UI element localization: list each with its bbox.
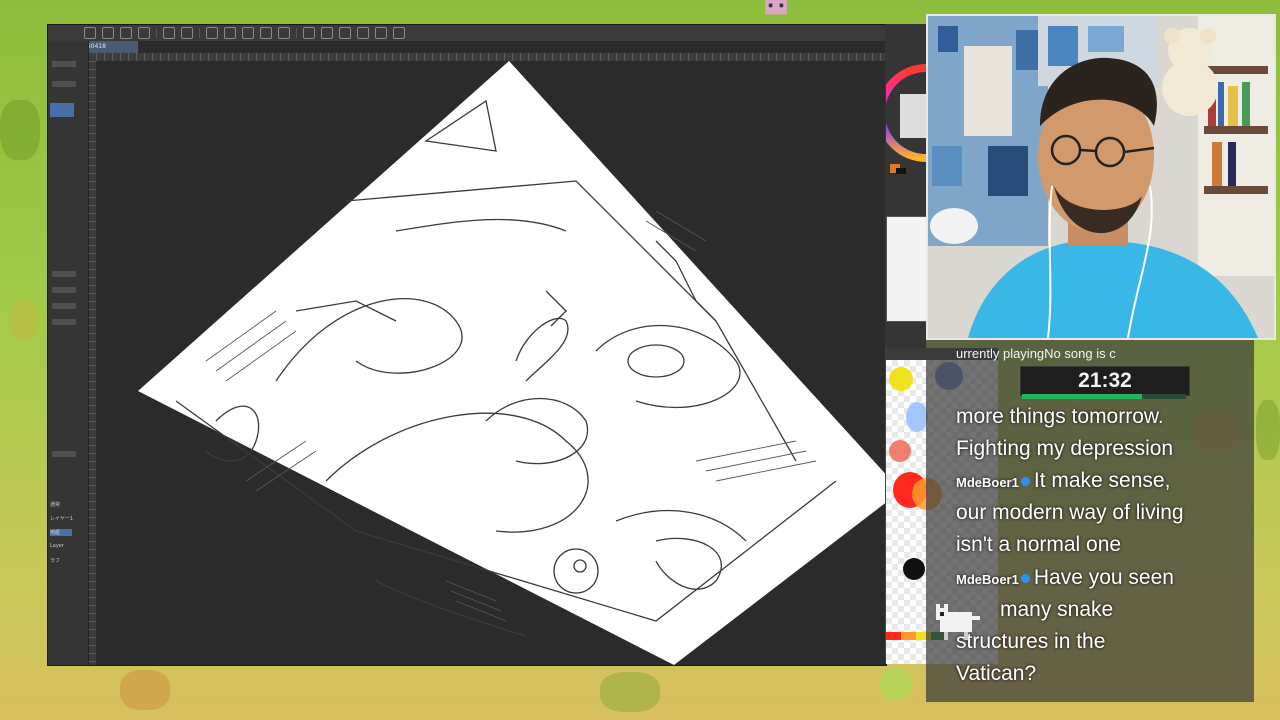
layer-label[interactable]: 用紙	[50, 529, 72, 536]
chat-message-text: our modern way of living	[956, 501, 1184, 524]
background-pattern	[10, 300, 38, 340]
streamer-camera-image	[928, 16, 1274, 338]
horizontal-ruler	[88, 53, 886, 61]
chat-message: MdeBoer1 It make sense,	[956, 465, 1246, 499]
toolbar-divider	[199, 28, 200, 38]
chat-username[interactable]: MdeBoer1	[956, 475, 1019, 490]
panel-row[interactable]	[52, 451, 76, 457]
pixel-cat-sprite	[936, 604, 980, 640]
ruler-icon[interactable]	[321, 27, 333, 39]
chat-username[interactable]: MdeBoer1	[956, 572, 1019, 587]
chat-message: MdeBoer1 Have you seen	[956, 562, 1246, 596]
brush-icon[interactable]	[375, 27, 387, 39]
toolbar-divider	[296, 28, 297, 38]
background-pattern	[0, 100, 40, 160]
user-badge-icon	[1020, 573, 1030, 583]
fill-icon[interactable]	[242, 27, 254, 39]
selection-icon[interactable]	[278, 27, 290, 39]
drawing-app-window: 260418 通常 レイヤー1 用紙 Layer ラフ	[47, 24, 887, 666]
color-wheel[interactable]	[886, 64, 930, 174]
layer-label[interactable]: レイヤー1	[50, 515, 73, 522]
save-icon[interactable]	[120, 27, 132, 39]
chat-message-text: Fighting my depression	[956, 437, 1174, 460]
print-icon[interactable]	[138, 27, 150, 39]
redo-icon[interactable]	[181, 27, 193, 39]
stream-timer: 21:32	[1020, 366, 1190, 396]
canvas-area[interactable]	[96, 61, 886, 665]
panel-row[interactable]	[52, 61, 76, 67]
open-file-icon[interactable]	[102, 27, 114, 39]
layer-label[interactable]: 通常	[50, 501, 60, 508]
color-swatch[interactable]	[889, 440, 911, 462]
chat-message-text: Have you seen	[1033, 566, 1174, 589]
transform-icon[interactable]	[260, 27, 272, 39]
panel-row[interactable]	[52, 303, 76, 309]
chat-message-text: structures in the	[956, 630, 1106, 653]
pixel-character-sprite	[765, 0, 787, 15]
background-pattern	[1256, 400, 1280, 460]
panel-row[interactable]	[52, 271, 76, 277]
chat-message-text: many snake	[1000, 598, 1114, 621]
background-pattern	[120, 670, 170, 710]
tool-property-panel: 通常 レイヤー1 用紙 Layer ラフ	[48, 41, 89, 665]
clear-icon[interactable]	[224, 27, 236, 39]
pencil-icon[interactable]	[357, 27, 369, 39]
selected-tool-slot[interactable]	[50, 103, 74, 117]
now-playing-ticker: urrently playingNo song is c	[956, 346, 1116, 361]
sketch-artboard[interactable]	[96, 61, 886, 665]
pen-icon[interactable]	[339, 27, 351, 39]
settings-icon[interactable]	[206, 27, 218, 39]
new-file-icon[interactable]	[84, 27, 96, 39]
panel-row[interactable]	[52, 81, 76, 87]
panel-row[interactable]	[52, 319, 76, 325]
rotated-paper	[138, 61, 886, 665]
layer-label[interactable]: ラフ	[50, 557, 60, 564]
color-swatch[interactable]	[889, 367, 913, 391]
chat-message-text: Vatican?	[956, 662, 1037, 685]
webcam-feed	[926, 14, 1276, 340]
user-badge-icon	[1020, 476, 1030, 486]
layer-icon[interactable]	[393, 27, 405, 39]
color-swatch[interactable]	[903, 558, 925, 580]
chat-message-text: It make sense,	[1033, 469, 1171, 492]
timer-progress-fill	[1022, 394, 1142, 399]
grid-icon[interactable]	[303, 27, 315, 39]
chat-message-text: isn't a normal one	[956, 533, 1122, 556]
panel-row[interactable]	[52, 287, 76, 293]
undo-icon[interactable]	[163, 27, 175, 39]
navigator-thumbnail[interactable]	[886, 216, 928, 322]
chat-message-text: more things tomorrow.	[956, 405, 1164, 428]
background-color-swatch	[896, 168, 906, 174]
top-toolbar	[48, 25, 886, 41]
vertical-ruler	[88, 61, 96, 665]
toolbar-divider	[156, 28, 157, 38]
background-pattern	[600, 672, 660, 712]
layer-label[interactable]: Layer	[50, 543, 64, 549]
color-swatch[interactable]	[906, 402, 928, 432]
